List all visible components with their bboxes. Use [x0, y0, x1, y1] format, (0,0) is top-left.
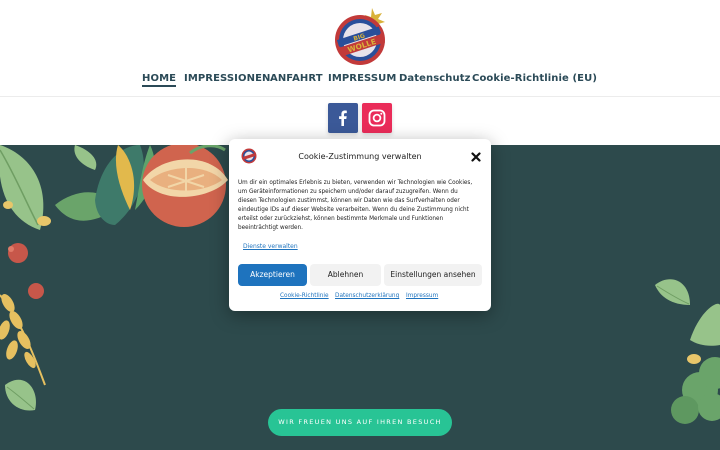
imprint-link[interactable]: Impressum: [406, 293, 438, 299]
cookie-policy-link[interactable]: Cookie-Richtlinie: [280, 293, 329, 299]
instagram-button[interactable]: [362, 103, 392, 133]
close-icon[interactable]: [471, 152, 481, 162]
site-header: BIG WOLLE HOME IMPRESSIONEN ANFAHRT IMPR…: [0, 0, 720, 97]
modal-title: Cookie-Zustimmung verwalten: [298, 152, 422, 161]
nav-cookie-richtlinie[interactable]: Cookie-Richtlinie (EU): [472, 73, 597, 84]
nav-anfahrt[interactable]: ANFAHRT: [270, 73, 323, 84]
big-wolle-logo[interactable]: BIG WOLLE: [332, 6, 390, 66]
view-settings-button[interactable]: Einstellungen ansehen: [384, 264, 482, 286]
cookie-consent-modal: Cookie-Zustimmung verwalten Um dir ein o…: [229, 139, 491, 311]
modal-body-text: Um dir ein optimales Erlebnis zu bieten,…: [238, 180, 473, 231]
leaf-shape: [0, 145, 44, 230]
nav-impressum[interactable]: IMPRESSUM: [328, 73, 396, 84]
instagram-icon: [368, 109, 386, 127]
accept-button[interactable]: Akzeptieren: [238, 264, 307, 286]
visit-us-button[interactable]: WIR FREUEN UNS AUF IHREN BESUCH: [268, 409, 452, 436]
deny-button[interactable]: Ablehnen: [310, 264, 381, 286]
main-nav: HOME IMPRESSIONEN ANFAHRT IMPRESSUM Date…: [0, 73, 720, 89]
nav-home[interactable]: HOME: [142, 73, 177, 87]
nav-impressionen[interactable]: IMPRESSIONEN: [184, 73, 270, 84]
privacy-policy-link[interactable]: Datenschutzerklärung: [335, 293, 399, 299]
facebook-icon: [339, 110, 347, 126]
facebook-button[interactable]: [328, 103, 358, 133]
nav-datenschutz[interactable]: Datenschutz: [399, 73, 471, 84]
manage-services-link[interactable]: Dienste verwalten: [243, 243, 298, 250]
